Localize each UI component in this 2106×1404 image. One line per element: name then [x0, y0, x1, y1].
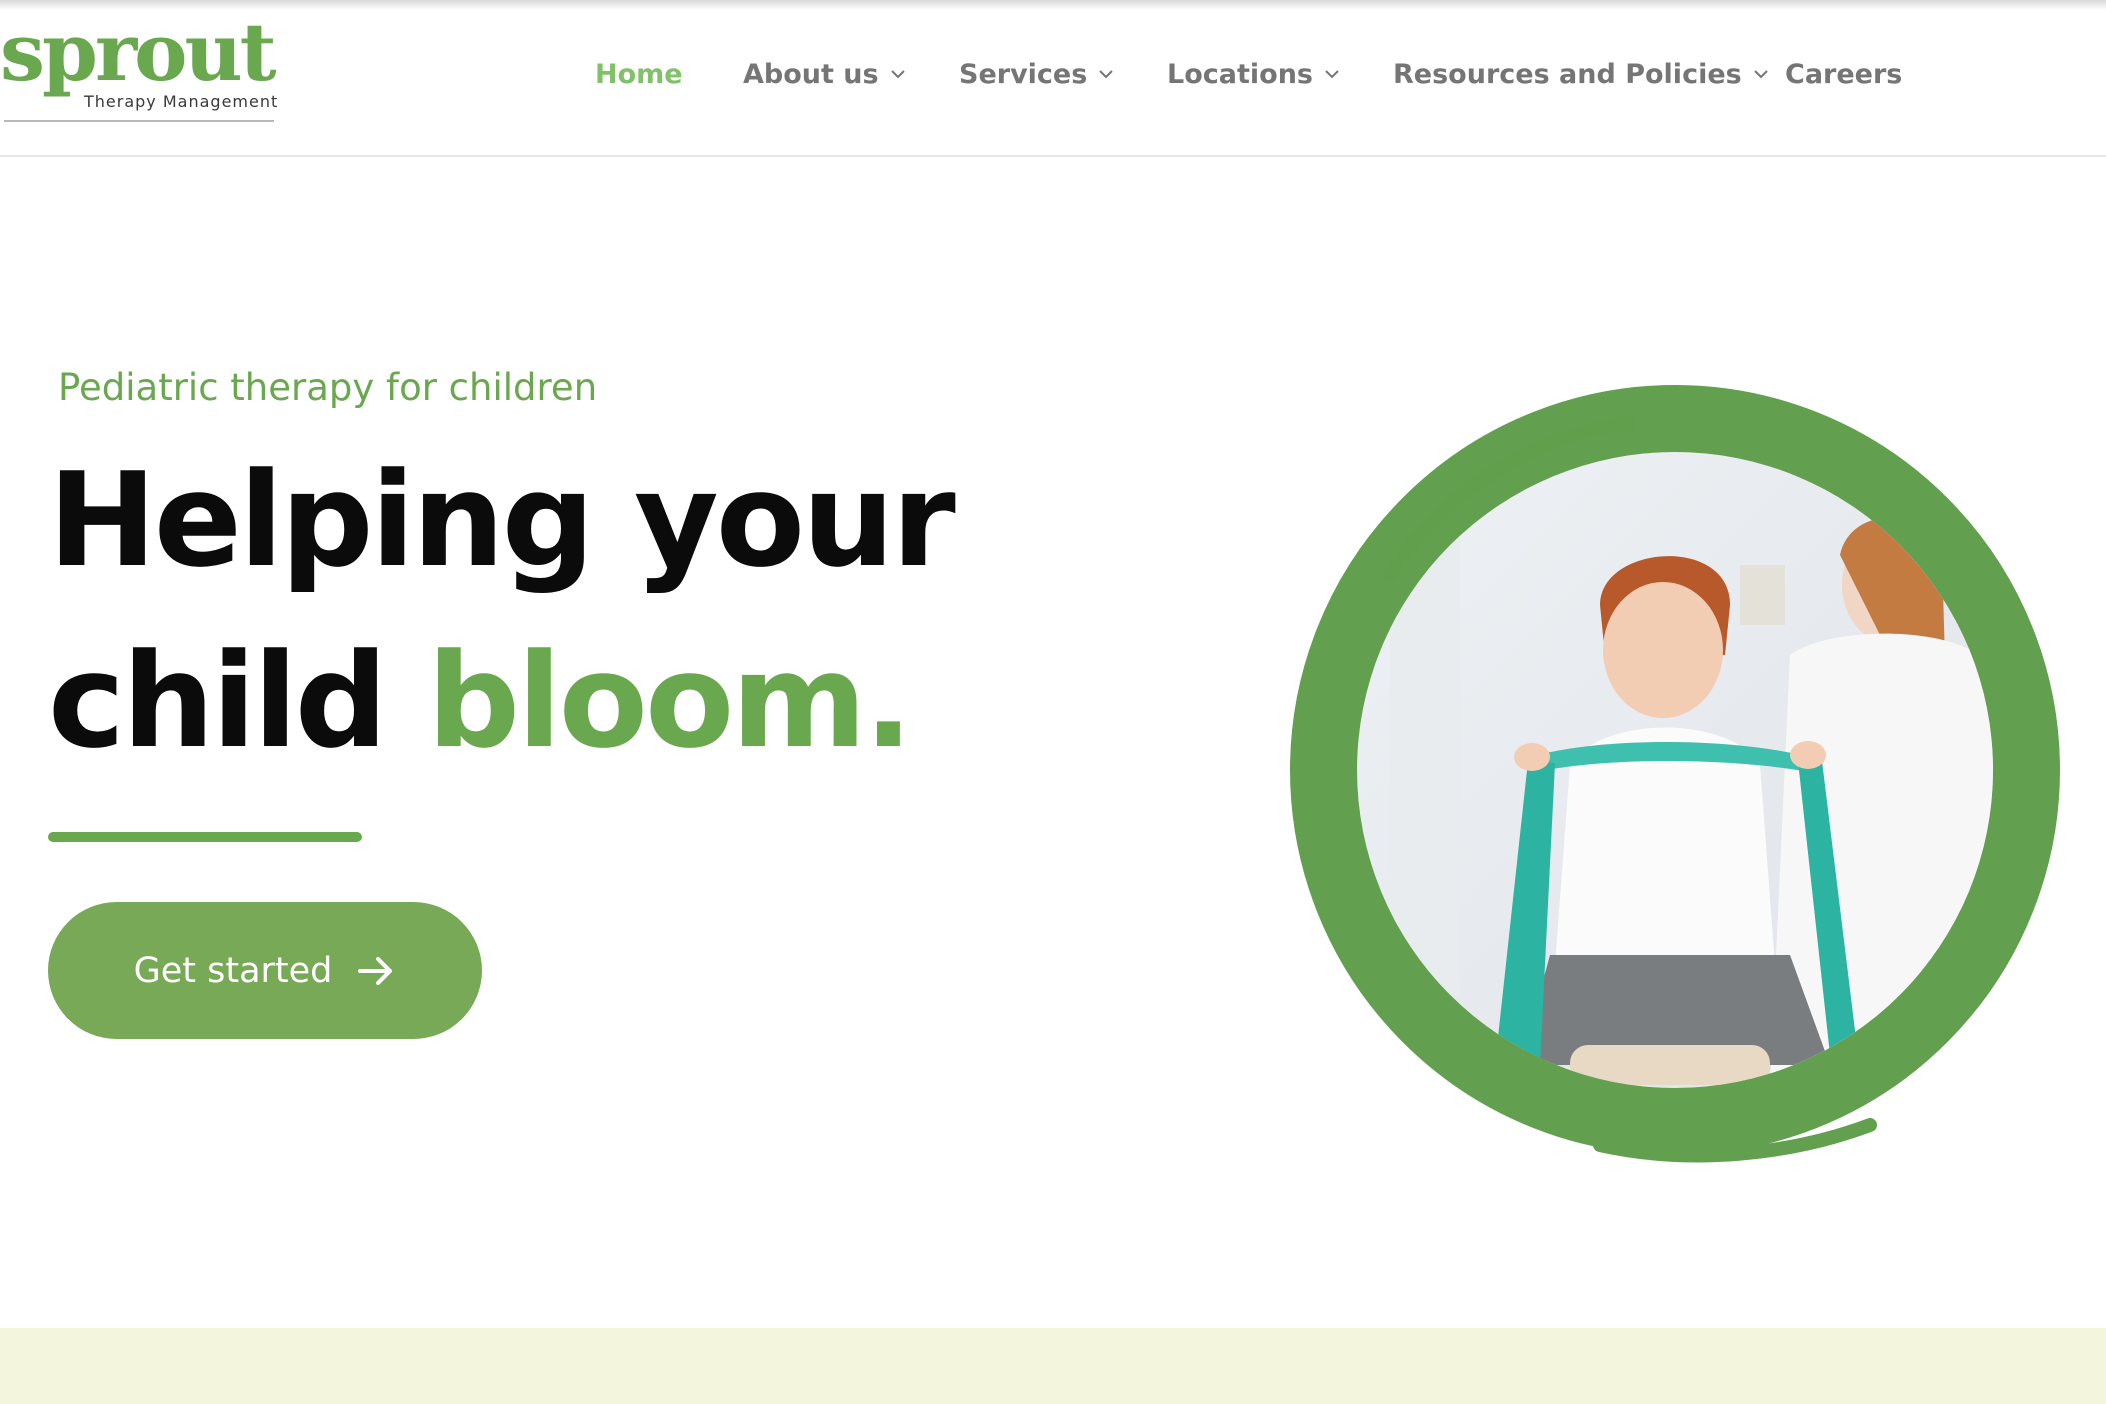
nav-item-label: Services	[959, 58, 1088, 90]
nav-item-services[interactable]: Services	[959, 52, 1115, 96]
hero-image	[1270, 365, 2080, 1175]
chevron-down-icon	[1323, 65, 1341, 83]
hero-divider	[48, 832, 362, 842]
nav-item-label: About us	[743, 58, 879, 90]
nav-item-home[interactable]: Home	[595, 52, 683, 96]
hero-eyebrow: Pediatric therapy for children	[58, 366, 598, 409]
hero-headline-accent: bloom.	[427, 625, 913, 777]
get-started-label: Get started	[133, 950, 333, 991]
nav-item-label: Home	[595, 58, 683, 90]
hero-headline-line2: child bloom.	[48, 636, 913, 766]
nav-item-label: Resources and Policies	[1393, 58, 1742, 90]
site-header: sprout Therapy Management Home About us …	[0, 0, 2106, 157]
chevron-down-icon	[889, 65, 907, 83]
main-nav: Home About us Services Locations Resourc…	[0, 52, 2106, 96]
chevron-down-icon	[1097, 65, 1115, 83]
header-top-shadow	[0, 0, 2106, 10]
get-started-button[interactable]: Get started	[48, 902, 482, 1039]
next-section-band	[0, 1328, 2106, 1404]
nav-item-label: Careers	[1785, 58, 1903, 90]
hero-headline-line1: Helping your	[48, 444, 956, 596]
nav-item-locations[interactable]: Locations	[1167, 52, 1341, 96]
arrow-right-icon	[356, 951, 396, 991]
nav-item-label: Locations	[1167, 58, 1313, 90]
chevron-down-icon	[1752, 65, 1770, 83]
hero-headline-prefix: child	[48, 625, 388, 777]
logo-underline	[4, 120, 274, 122]
nav-item-about-us[interactable]: About us	[743, 52, 907, 96]
nav-item-careers[interactable]: Careers	[1785, 52, 1902, 96]
nav-item-resources-and-policies[interactable]: Resources and Policies	[1393, 52, 1770, 96]
